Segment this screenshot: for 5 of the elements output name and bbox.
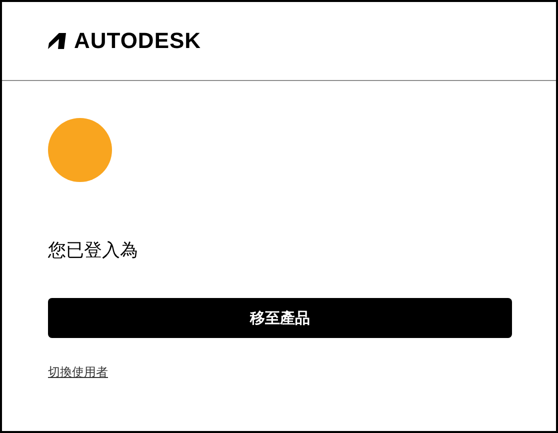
logo-icon [48, 33, 66, 49]
go-to-products-button[interactable]: 移至產品 [48, 298, 512, 338]
switch-user-link[interactable]: 切換使用者 [48, 364, 108, 381]
logo-text: AUTODESK [74, 30, 202, 52]
signed-in-message: 您已登入為 [48, 239, 138, 263]
